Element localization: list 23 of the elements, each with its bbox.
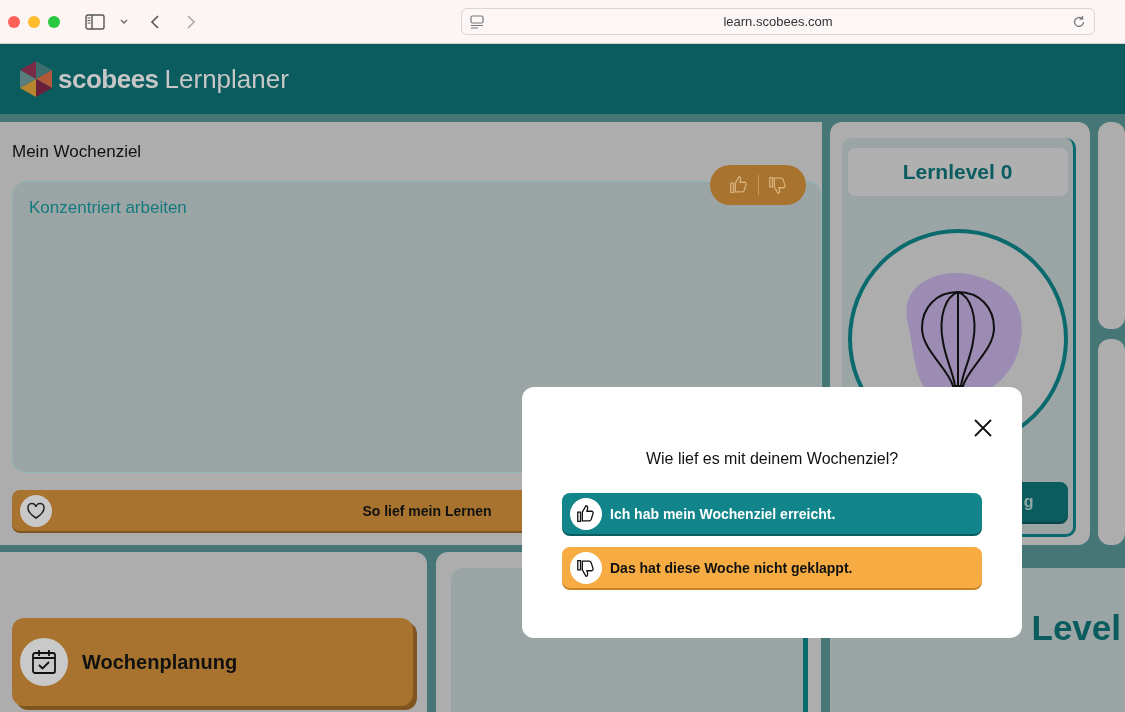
calendar-icon xyxy=(30,648,58,676)
level-title: Lernlevel 0 xyxy=(847,148,1068,196)
chevron-down-icon[interactable] xyxy=(119,17,129,26)
logo-icon xyxy=(18,60,54,98)
sidebar-icon[interactable] xyxy=(85,13,105,30)
tile-heading: Level xyxy=(1031,608,1121,649)
close-icon[interactable] xyxy=(973,418,993,438)
brand-name: scobees xyxy=(58,63,159,95)
answer-button[interactable]: Ich hab mein Wochenziel erreicht. xyxy=(562,493,982,534)
url-text: learn.scobees.com xyxy=(722,14,834,29)
section-title: Mein Wochenziel xyxy=(12,142,143,162)
heart-icon xyxy=(26,501,46,520)
thumbs-up-icon xyxy=(727,174,750,196)
answer-button[interactable]: Das hat diese Woche nicht geklappt. xyxy=(562,547,982,588)
window-control[interactable] xyxy=(8,15,20,28)
back-icon[interactable] xyxy=(149,13,161,30)
address-bar[interactable]: learn.scobees.com xyxy=(461,8,1095,35)
thumbs-up-icon xyxy=(575,502,597,525)
page-icon xyxy=(470,14,484,29)
product-name: Lernplaner xyxy=(164,63,289,95)
reload-icon[interactable] xyxy=(1072,14,1086,29)
forward-icon[interactable] xyxy=(185,13,197,30)
thumbs-down-icon xyxy=(766,174,789,196)
